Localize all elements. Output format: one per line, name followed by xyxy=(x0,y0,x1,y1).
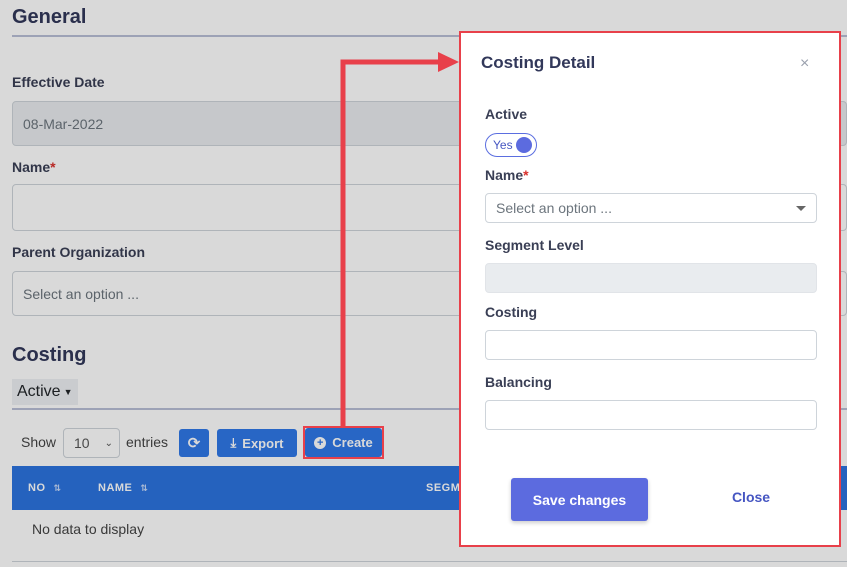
name-select[interactable]: Select an option ... xyxy=(485,193,817,223)
balancing-label: Balancing xyxy=(485,374,552,390)
toggle-knob xyxy=(516,137,532,153)
active-label: Active xyxy=(485,106,528,122)
costing-input[interactable] xyxy=(485,330,817,360)
segment-level-label: Segment Level xyxy=(485,237,584,253)
required-mark: * xyxy=(523,167,529,183)
costing-label: Costing xyxy=(485,304,538,320)
modal-name-label: Name* xyxy=(485,167,529,183)
active-toggle[interactable]: Yes xyxy=(485,133,537,157)
close-button[interactable]: Close xyxy=(711,489,791,505)
caret-down-icon xyxy=(796,205,806,211)
costing-detail-modal: Costing Detail × Active Yes Name* Select… xyxy=(459,31,841,547)
create-button-highlight xyxy=(303,426,384,459)
modal-name-label-text: Name xyxy=(485,167,524,183)
active-toggle-text: Yes xyxy=(493,138,513,152)
modal-title: Costing Detail xyxy=(481,53,596,72)
name-select-placeholder: Select an option ... xyxy=(496,200,612,216)
segment-level-field xyxy=(485,263,817,293)
close-icon[interactable]: × xyxy=(800,55,809,73)
balancing-input[interactable] xyxy=(485,400,817,430)
save-changes-button[interactable]: Save changes xyxy=(511,478,648,521)
